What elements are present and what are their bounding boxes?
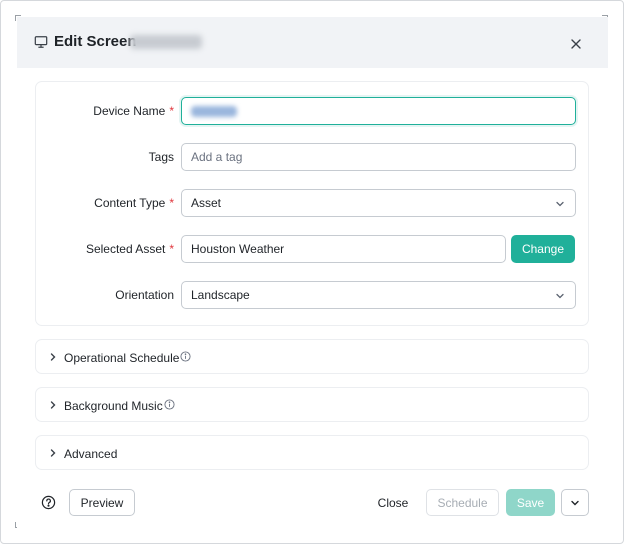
schedule-button[interactable]: Schedule — [426, 489, 499, 516]
close-icon[interactable] — [570, 38, 582, 50]
redacted-device-name — [191, 105, 237, 117]
advanced-section[interactable]: Advanced — [35, 435, 589, 470]
redacted-screen-name — [130, 35, 202, 49]
selected-asset-row: Selected Asset * Houston Weather Change — [36, 235, 590, 264]
content-type-label: Content Type * — [94, 196, 174, 210]
background-music-section[interactable]: Background Music — [35, 387, 589, 422]
tags-placeholder: Add a tag — [191, 150, 243, 164]
device-name-row: Device Name * — [36, 97, 590, 126]
save-options-button[interactable] — [561, 489, 589, 516]
preview-button[interactable]: Preview — [69, 489, 135, 516]
content-type-row: Content Type * Asset — [36, 189, 590, 218]
chevron-down-icon — [556, 201, 564, 207]
device-name-input[interactable] — [181, 97, 576, 125]
orientation-value: Landscape — [191, 288, 250, 302]
selected-asset-label: Selected Asset * — [85, 242, 174, 256]
save-button[interactable]: Save — [506, 489, 555, 516]
orientation-row: Orientation Landscape — [36, 281, 590, 310]
operational-schedule-label: Operational Schedule — [64, 351, 180, 365]
chevron-right-icon — [50, 401, 56, 409]
info-icon[interactable] — [164, 399, 175, 410]
info-icon[interactable] — [180, 351, 191, 362]
chevron-right-icon — [50, 449, 56, 457]
edit-screen-modal: Edit Screen Device Name * Tags Add a tag … — [17, 17, 608, 528]
operational-schedule-section[interactable]: Operational Schedule — [35, 339, 589, 374]
content-type-value: Asset — [191, 196, 222, 210]
screen-details-form: Device Name * Tags Add a tag Content Type… — [35, 81, 589, 326]
chevron-right-icon — [50, 353, 56, 361]
orientation-select[interactable]: Landscape — [181, 281, 576, 309]
monitor-icon — [34, 36, 48, 48]
chevron-down-icon — [556, 293, 564, 299]
orientation-label: Orientation — [115, 288, 174, 302]
selected-asset-input[interactable]: Houston Weather — [181, 235, 506, 263]
selected-asset-value: Houston Weather — [191, 242, 285, 256]
help-icon[interactable] — [41, 495, 56, 510]
tags-input[interactable]: Add a tag — [181, 143, 576, 171]
change-asset-button[interactable]: Change — [511, 235, 575, 263]
modal-header: Edit Screen — [17, 17, 608, 68]
tags-label: Tags — [148, 150, 174, 164]
chevron-down-icon — [571, 500, 579, 505]
content-type-select[interactable]: Asset — [181, 189, 576, 217]
close-button[interactable]: Close — [371, 489, 415, 516]
advanced-label: Advanced — [64, 447, 118, 461]
modal-title: Edit Screen — [54, 33, 137, 50]
background-music-label: Background Music — [64, 399, 163, 413]
tags-row: Tags Add a tag — [36, 143, 590, 172]
device-name-label: Device Name * — [93, 104, 174, 118]
